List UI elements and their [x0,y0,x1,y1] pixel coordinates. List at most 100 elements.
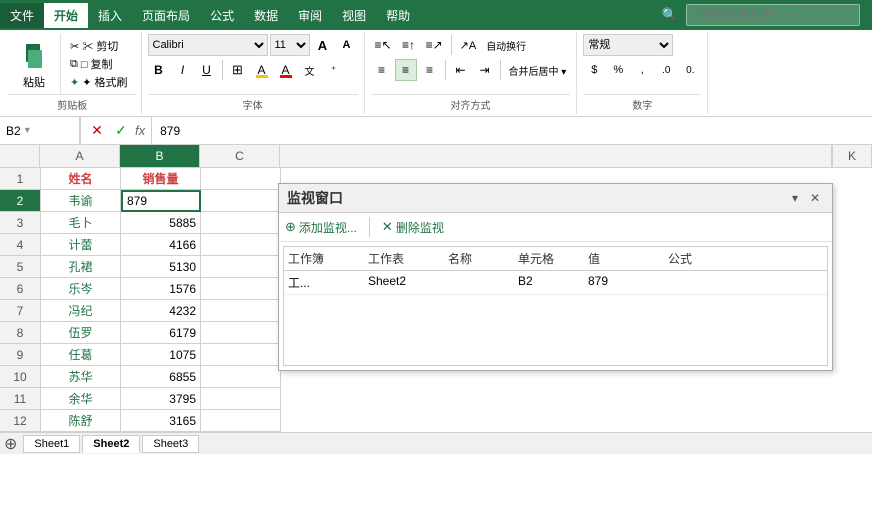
align-top-center-button[interactable]: ≡↑ [398,34,420,56]
comma-button[interactable]: , [631,59,653,81]
cell-b7[interactable]: 4232 [121,300,201,322]
cell-a11[interactable]: 余华 [41,388,121,410]
cell-a2[interactable]: 韦谕 [41,190,121,212]
row-header-5[interactable]: 5 [0,256,40,278]
font-shrink-button[interactable]: A [336,34,358,56]
cell-c6[interactable] [201,278,281,300]
cell-c5[interactable] [201,256,281,278]
cell-c3[interactable] [201,212,281,234]
tab-data[interactable]: 数据 [244,3,288,28]
tab-home[interactable]: 开始 [44,3,88,28]
indent-increase-button[interactable]: ⇥ [474,59,496,81]
cell-b10[interactable]: 6855 [121,366,201,388]
align-left-button[interactable]: ≡ [371,59,393,81]
cell-c11[interactable] [201,388,281,410]
tell-search-bar[interactable] [686,4,860,26]
cell-c9[interactable] [201,344,281,366]
tab-review[interactable]: 审阅 [288,3,332,28]
align-center-button[interactable]: ≡ [395,59,417,81]
cell-b1[interactable]: 销售量 [121,168,201,190]
cell-c4[interactable] [201,234,281,256]
cut-button[interactable]: ✂ ✂ 剪切 [67,37,131,55]
add-watch-button[interactable]: ⊕ 添加监视... [285,217,357,237]
row-header-6[interactable]: 6 [0,278,40,300]
cell-b9[interactable]: 1075 [121,344,201,366]
font-name-select[interactable]: Calibri [148,34,268,56]
underline-button[interactable]: U [196,59,218,81]
formula-input[interactable] [152,117,872,144]
sheet-tab-2[interactable]: Sheet2 [82,435,140,453]
align-top-right-button[interactable]: ≡↗ [422,34,447,56]
watch-pin-button[interactable]: ▾ [786,189,804,207]
font-extra-button[interactable]: 文 [299,59,321,81]
cell-a4[interactable]: 计蕾 [41,234,121,256]
cell-c10[interactable] [201,366,281,388]
format-painter-button[interactable]: ✦ ✦ 格式刷 [67,73,131,91]
row-header-8[interactable]: 8 [0,322,40,344]
tab-file[interactable]: 文件 [0,3,44,28]
sheet-tab-1[interactable]: Sheet1 [23,435,80,453]
tell-search-input[interactable] [693,9,853,21]
cell-c12[interactable] [201,410,281,432]
cell-b11[interactable]: 3795 [121,388,201,410]
col-header-a[interactable]: A [40,145,120,167]
paste-button[interactable]: 粘贴 [8,34,61,94]
fill-color-button[interactable]: A [251,59,273,81]
cell-a9[interactable]: 任葛 [41,344,121,366]
cell-b4[interactable]: 4166 [121,234,201,256]
cell-a3[interactable]: 毛卜 [41,212,121,234]
tab-insert[interactable]: 插入 [88,3,132,28]
tab-formulas[interactable]: 公式 [200,3,244,28]
cell-a12[interactable]: 陈舒 [41,410,121,432]
border-button[interactable]: ⊞ [227,59,249,81]
tab-help[interactable]: 帮助 [376,3,420,28]
cell-b8[interactable]: 6179 [121,322,201,344]
cell-a1[interactable]: 姓名 [41,168,121,190]
align-top-left-button[interactable]: ≡↖ [371,34,396,56]
formula-confirm-button[interactable]: ✓ [111,121,131,141]
font-grow-button[interactable]: A [312,34,334,56]
cell-b6[interactable]: 1576 [121,278,201,300]
watch-table-row[interactable]: 工... Sheet2 B2 879 [284,271,827,295]
decimal-decrease-button[interactable]: 0. [679,59,701,81]
cell-c1[interactable] [201,168,281,190]
align-right-button[interactable]: ≡ [419,59,441,81]
col-header-c[interactable]: C [200,145,280,167]
rotate-text-button[interactable]: ↗A [456,34,481,56]
row-header-4[interactable]: 4 [0,234,40,256]
tab-page-layout[interactable]: 页面布局 [132,3,200,28]
row-header-9[interactable]: 9 [0,344,40,366]
font-color-button[interactable]: A [275,59,297,81]
formula-cancel-button[interactable]: ✕ [87,121,107,141]
row-header-2[interactable]: 2 [0,190,40,212]
cell-reference-box[interactable]: B2 ▾ [0,117,80,144]
row-header-12[interactable]: 12 [0,410,40,432]
bold-button[interactable]: B [148,59,170,81]
row-header-3[interactable]: 3 [0,212,40,234]
cell-b5[interactable]: 5130 [121,256,201,278]
new-sheet-button[interactable]: ⊕ [4,434,17,454]
font-size-select[interactable]: 11 [270,34,310,56]
row-header-11[interactable]: 11 [0,388,40,410]
row-header-10[interactable]: 10 [0,366,40,388]
delete-watch-button[interactable]: ✕ 删除监视 [382,217,444,237]
cell-a6[interactable]: 乐岑 [41,278,121,300]
watch-close-button[interactable]: ✕ [806,189,824,207]
row-header-7[interactable]: 7 [0,300,40,322]
cell-b3[interactable]: 5885 [121,212,201,234]
merge-button[interactable]: 合并后居中 ▾ [505,59,571,81]
col-header-k[interactable]: K [832,145,872,167]
currency-button[interactable]: $ [583,59,605,81]
col-header-b[interactable]: B [120,145,200,167]
cell-a7[interactable]: 冯纪 [41,300,121,322]
number-format-select[interactable]: 常规 [583,34,673,56]
cell-b2[interactable]: 879 [121,190,201,212]
font-extra2-button[interactable]: ⁺ [323,59,345,81]
copy-button[interactable]: ⧉ □ 复制 [67,55,131,73]
cell-ref-dropdown[interactable]: ▾ [25,125,30,136]
cell-a8[interactable]: 伍罗 [41,322,121,344]
tab-view[interactable]: 视图 [332,3,376,28]
cell-c8[interactable] [201,322,281,344]
wrap-text-button[interactable]: 自动换行 [482,34,530,56]
percent-button[interactable]: % [607,59,629,81]
